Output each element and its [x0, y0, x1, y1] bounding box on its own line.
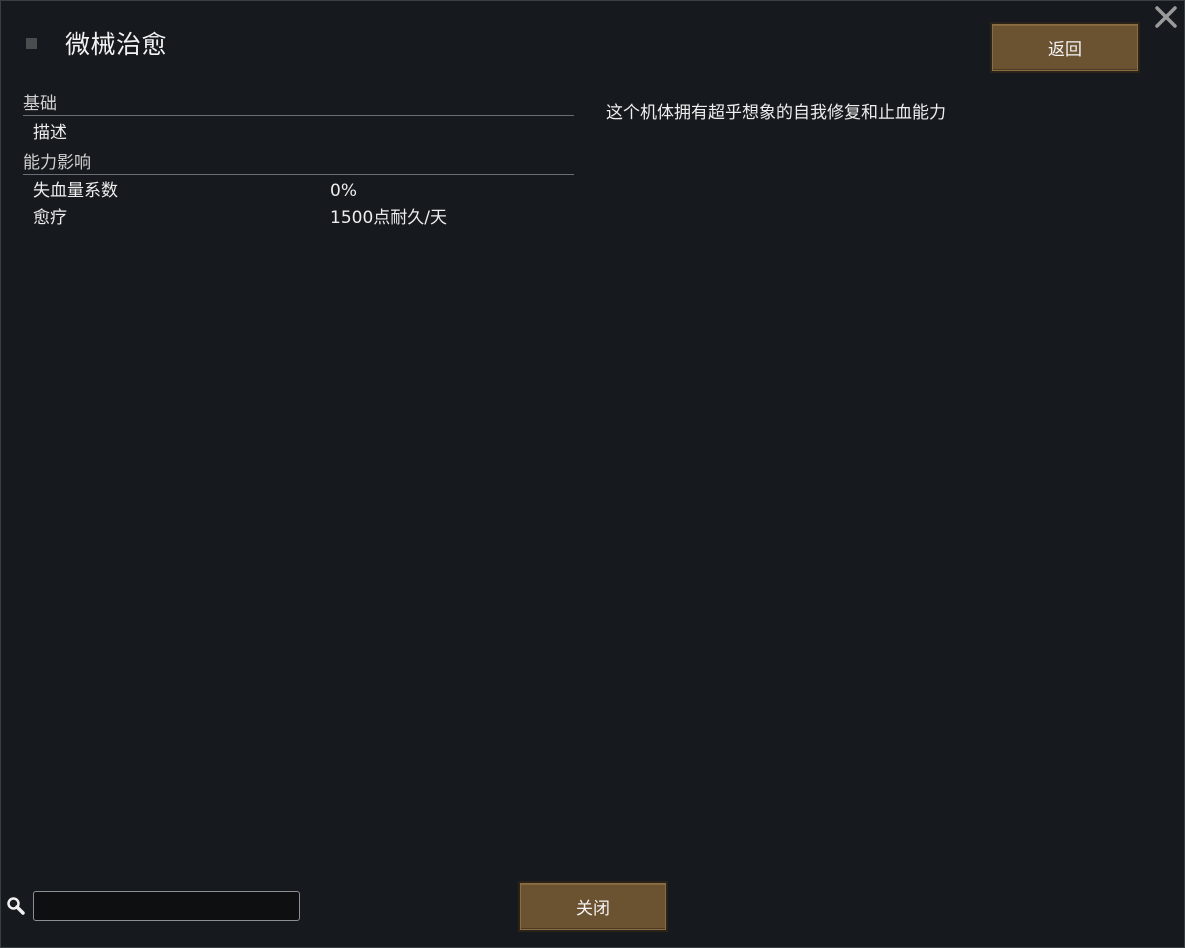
square-icon	[26, 38, 37, 49]
description-text: 这个机体拥有超乎想象的自我修复和止血能力	[606, 103, 946, 123]
close-icon[interactable]	[1152, 3, 1180, 31]
stat-label-bleed-factor: 失血量系数	[33, 181, 118, 201]
search-icon	[6, 896, 26, 916]
section-header-basic: 基础	[23, 94, 574, 116]
stat-label-description: 描述	[33, 123, 67, 143]
search-input[interactable]	[33, 891, 300, 921]
stat-value-healing: 1500点耐久/天	[330, 208, 447, 228]
dialog-title: 微械治愈	[65, 30, 168, 59]
dialog-window: 微械治愈 返回 基础 描述 能力影响 失血量系数 0% 愈疗 1500点耐久/天…	[0, 0, 1185, 948]
stat-label-healing: 愈疗	[33, 208, 67, 228]
stat-value-bleed-factor: 0%	[330, 181, 357, 201]
section-header-capacity: 能力影响	[23, 153, 574, 175]
back-button[interactable]: 返回	[990, 22, 1140, 73]
close-button[interactable]: 关闭	[518, 881, 668, 932]
